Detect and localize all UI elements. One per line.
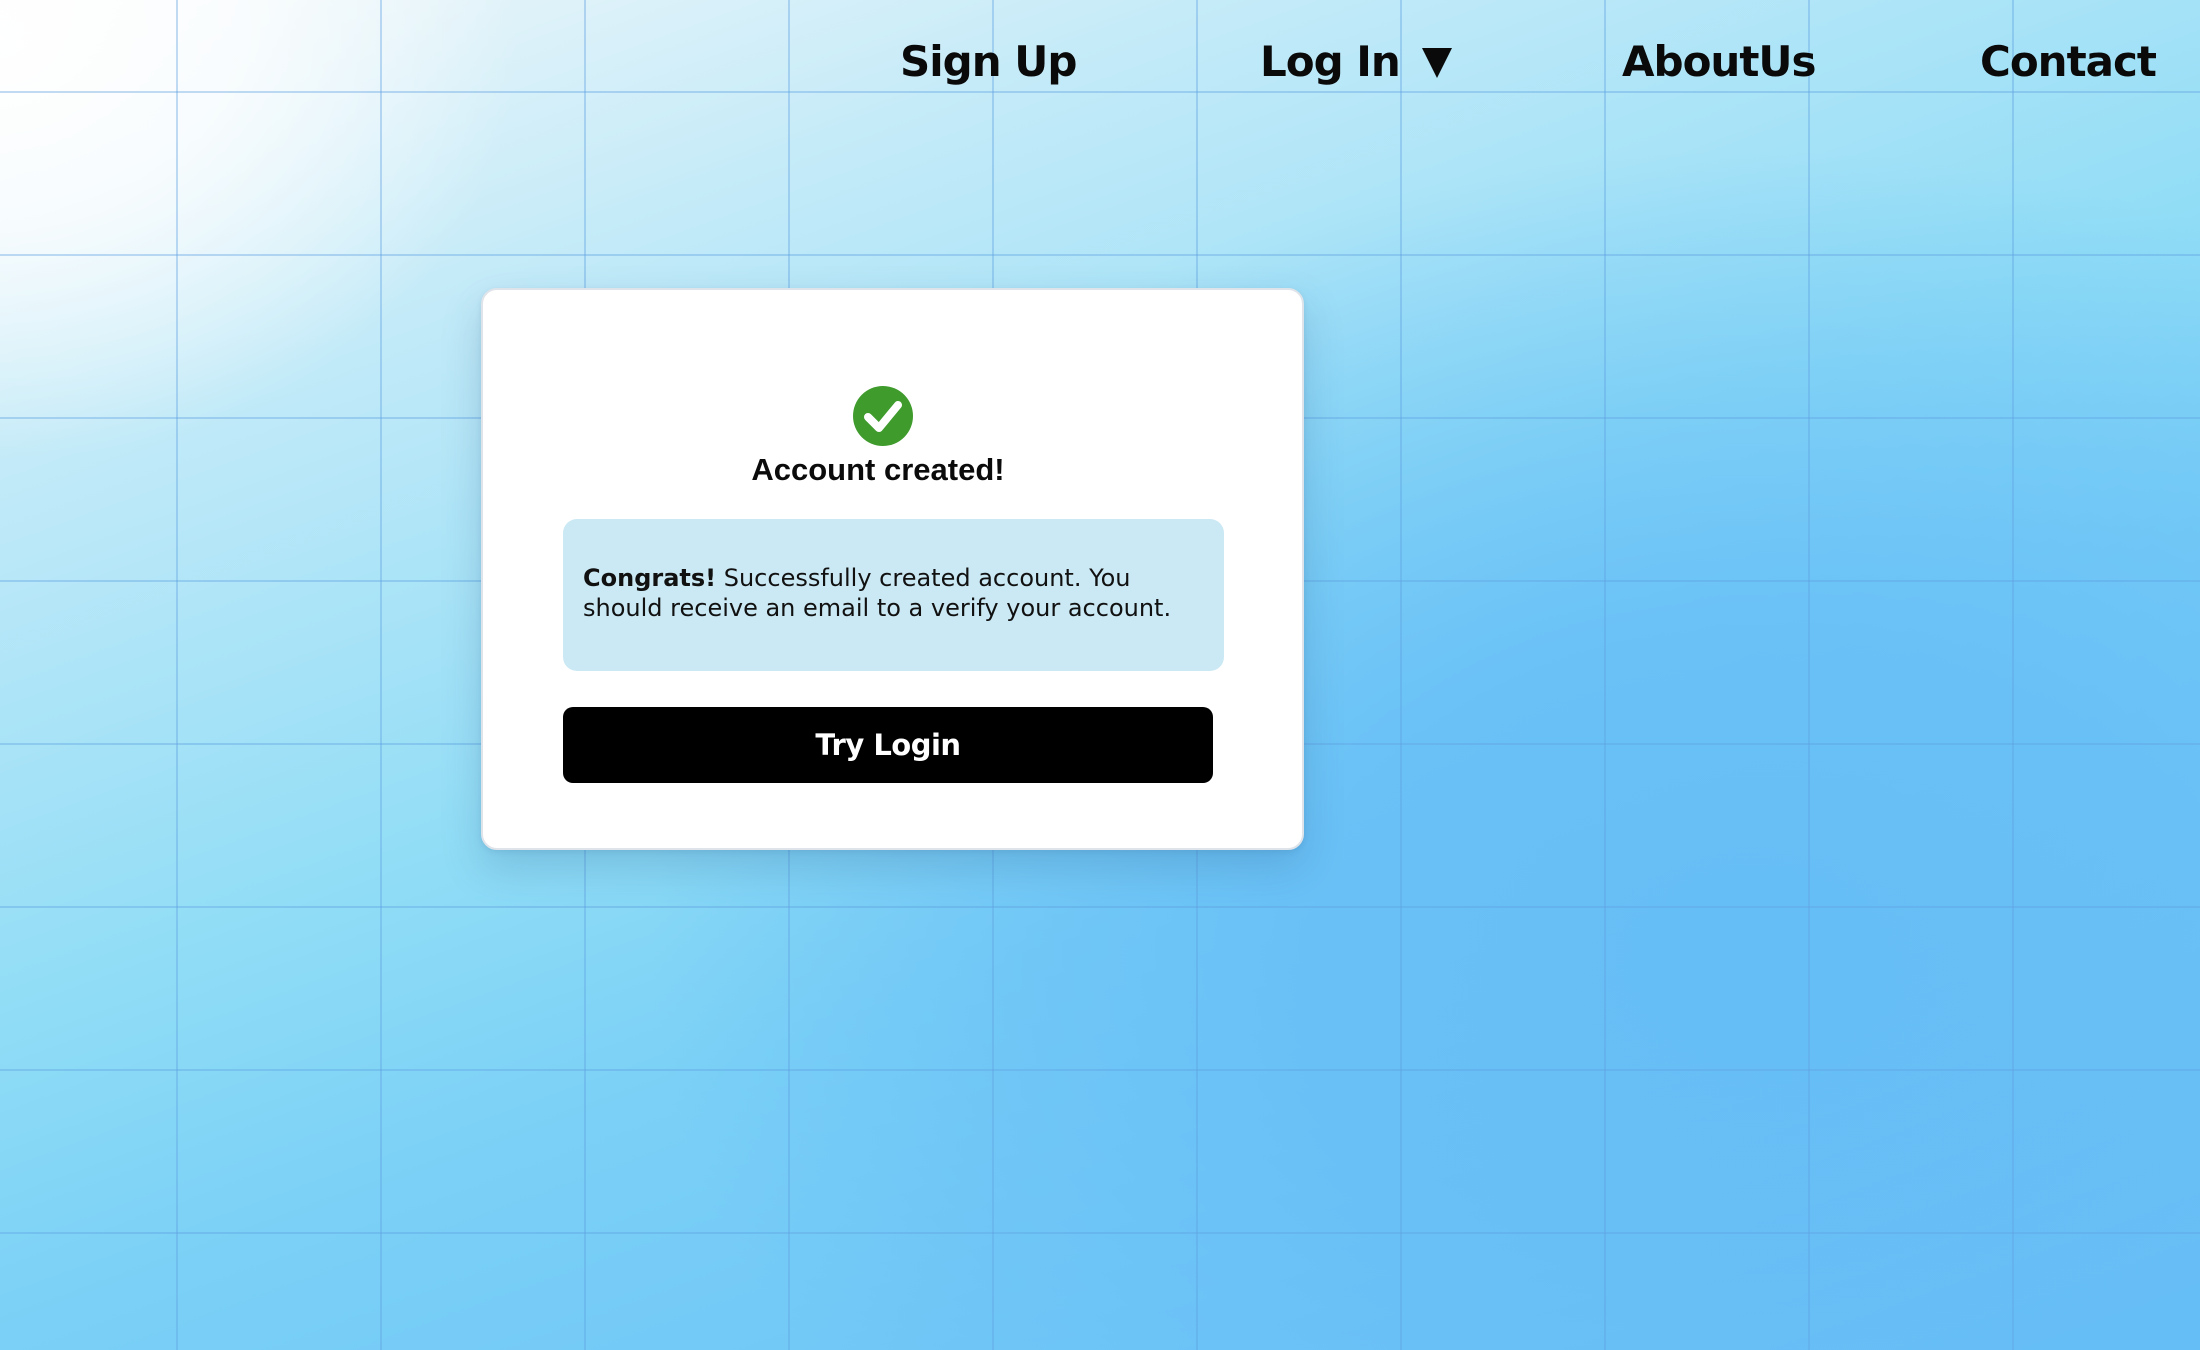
nav-contact-link[interactable]: Contact — [1980, 34, 2157, 90]
nav-log-in-dropdown[interactable]: Log In — [1260, 34, 1452, 90]
nav-about-us-link[interactable]: AboutUs — [1622, 34, 1817, 90]
try-login-button[interactable]: Try Login — [563, 707, 1213, 783]
check-circle-icon — [853, 386, 913, 446]
nav-sign-up-link[interactable]: Sign Up — [900, 34, 1077, 90]
nav-log-in-label: Log In — [1260, 37, 1401, 86]
alert-bold-text: Congrats! — [583, 564, 717, 592]
account-created-modal: Account created! Congrats! Successfully … — [481, 288, 1304, 850]
success-alert: Congrats! Successfully created account. … — [563, 519, 1224, 671]
caret-down-icon — [1421, 48, 1452, 78]
modal-title: Account created! — [751, 452, 1005, 487]
top-nav: Sign Up Log In AboutUs Contact — [0, 0, 2200, 130]
